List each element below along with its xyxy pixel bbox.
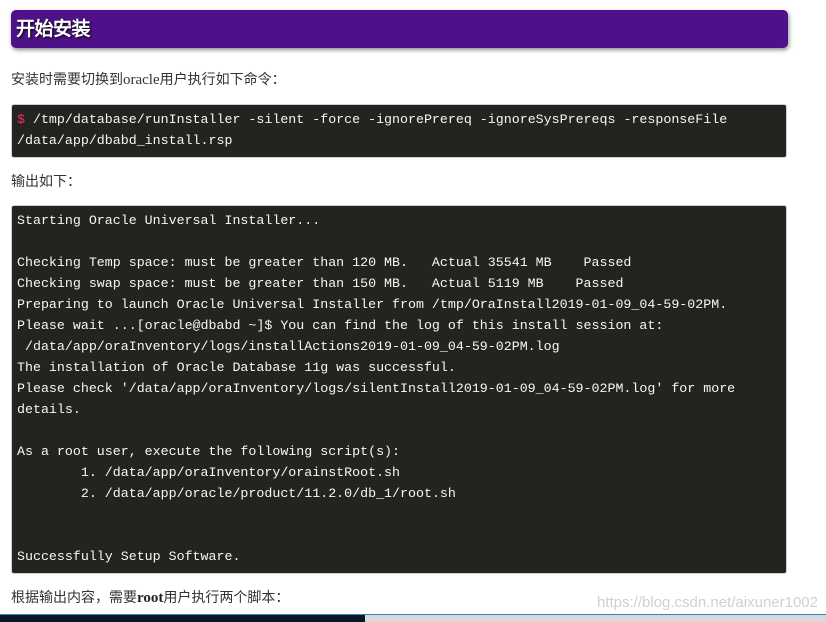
output-line: details.: [17, 402, 81, 417]
output-line: 2. /data/app/oracle/product/11.2.0/db_1/…: [17, 486, 456, 501]
intro-paragraph: 安装时需要切换到oracle用户执行如下命令：: [11, 70, 286, 90]
output-line: The installation of Oracle Database 11g …: [17, 360, 456, 375]
conclusion-paragraph: 根据输出内容，需要root用户执行两个脚本：: [11, 588, 289, 608]
conclusion-suffix: 用户执行两个脚本：: [163, 590, 290, 606]
output-line: Please wait ...[oracle@dbabd ~]$ You can…: [17, 318, 664, 333]
shell-prompt: $: [17, 112, 25, 127]
output-line: Successfully Setup Software.: [17, 549, 241, 564]
intro-suffix: 用户执行如下命令：: [159, 72, 286, 88]
output-label: 输出如下：: [11, 174, 81, 190]
command-line-2: /data/app/dbabd_install.rsp: [17, 133, 233, 148]
taskbar-light-region: [365, 615, 826, 622]
section-heading: 开始安装: [11, 10, 788, 48]
output-line: Starting Oracle Universal Installer...: [17, 213, 321, 228]
conclusion-prefix: 根据输出内容，需要: [11, 590, 137, 606]
output-line: 1. /data/app/oraInventory/orainstRoot.sh: [17, 465, 401, 480]
section-title: 开始安装: [16, 18, 91, 40]
watermark: https://blog.csdn.net/aixuner1002: [597, 594, 818, 611]
conclusion-user: root: [137, 590, 164, 606]
command-line-1: /tmp/database/runInstaller -silent -forc…: [24, 112, 728, 127]
taskbar-dark-region: [0, 615, 365, 622]
output-line: Preparing to launch Oracle Universal Ins…: [17, 297, 728, 312]
command-code-block[interactable]: $ /tmp/database/runInstaller -silent -fo…: [11, 104, 787, 158]
output-line: As a root user, execute the following sc…: [17, 444, 401, 459]
taskbar: [0, 614, 826, 622]
output-code-block[interactable]: Starting Oracle Universal Installer... C…: [11, 205, 787, 574]
output-line: Please check '/data/app/oraInventory/log…: [17, 381, 736, 396]
output-line: Checking Temp space: must be greater tha…: [17, 255, 632, 270]
output-line: Checking swap space: must be greater tha…: [17, 276, 624, 291]
intro-user: oracle: [123, 72, 160, 88]
output-line: /data/app/oraInventory/logs/installActio…: [17, 339, 560, 354]
intro-prefix: 安装时需要切换到: [11, 72, 123, 88]
